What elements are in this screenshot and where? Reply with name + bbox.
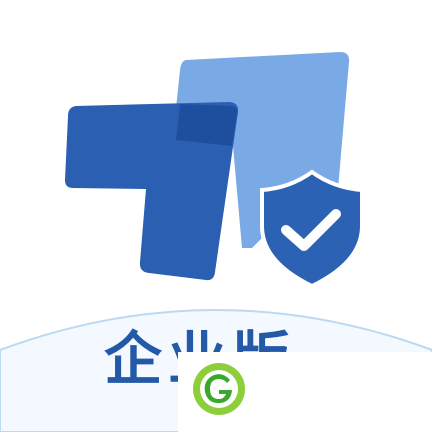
leaf-g-icon [193,363,245,415]
overlap-shape [176,104,238,146]
app-icon-canvas: 企业版 [0,0,432,432]
shield-icon [260,169,364,289]
